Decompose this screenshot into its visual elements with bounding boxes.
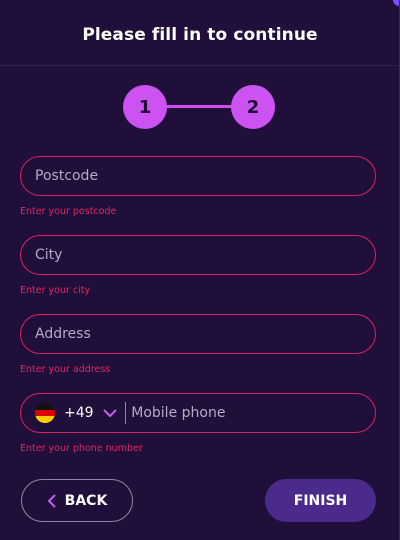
back-button[interactable]: BACK <box>21 479 133 522</box>
progress-stepper: 1 2 <box>123 85 275 129</box>
postcode-input[interactable] <box>21 157 375 195</box>
step-1-indicator: 1 <box>123 85 167 129</box>
city-error: Enter your city <box>20 285 91 296</box>
phone-field[interactable]: +49 <box>20 393 376 433</box>
address-input[interactable] <box>21 315 375 353</box>
country-dial-code[interactable]: +49 <box>64 405 94 421</box>
chevron-down-icon[interactable] <box>103 406 117 420</box>
city-input[interactable] <box>21 236 375 274</box>
postcode-field[interactable] <box>20 156 376 196</box>
header: Please fill in to continue <box>0 0 400 66</box>
step-connector <box>163 105 235 108</box>
address-field[interactable] <box>20 314 376 354</box>
page-title: Please fill in to continue <box>82 24 318 45</box>
city-field[interactable] <box>20 235 376 275</box>
germany-flag-icon[interactable] <box>35 403 55 423</box>
finish-button[interactable]: FINISH <box>265 479 376 522</box>
finish-button-label: FINISH <box>293 492 348 509</box>
address-error: Enter your address <box>20 364 111 375</box>
checkout-panel: Please fill in to continue 1 2 Enter you… <box>0 0 400 540</box>
postcode-error: Enter your postcode <box>20 206 117 217</box>
back-button-label: BACK <box>64 492 108 509</box>
mobile-phone-input[interactable] <box>125 394 375 432</box>
phone-error: Enter your phone number <box>20 443 143 454</box>
chevron-left-icon <box>47 494 56 508</box>
step-2-indicator: 2 <box>231 85 275 129</box>
